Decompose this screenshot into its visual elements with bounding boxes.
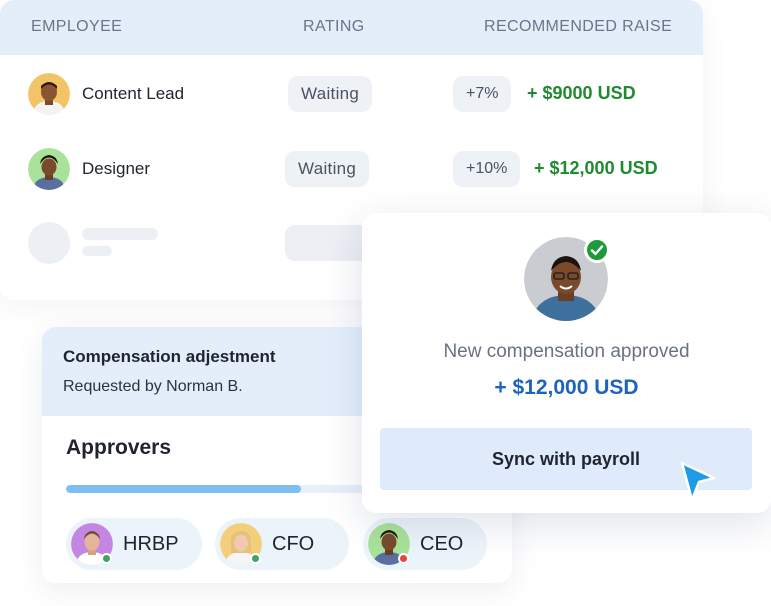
approver-chip-hrbp[interactable]: HRBP [66,518,202,570]
table-header: EMPLOYEE RATING RECOMMENDED RAISE [0,0,703,55]
requested-by: Requested by Norman B. [63,378,243,395]
rating-badge: Waiting [288,76,373,112]
cursor-arrow-icon [680,461,716,502]
table-row[interactable]: Content Lead Waiting +7% + $9000 USD [0,66,703,126]
approver-chip-cfo[interactable]: CFO [215,518,349,570]
status-dot [250,553,261,564]
rating-badge: Waiting [285,151,370,187]
approver-label: CEO [420,533,464,555]
skeleton-line [82,228,158,240]
status-dot [101,553,112,564]
column-header-recommended-raise: RECOMMENDED RAISE [484,18,673,35]
avatar [28,73,70,115]
column-header-employee: EMPLOYEE [31,18,123,35]
raise-amount: + $9000 USD [527,83,636,103]
approver-chip-ceo[interactable]: CEO [363,518,487,570]
approval-progress-fill [66,485,302,493]
approvers-title: Approvers [66,436,172,459]
approver-label: CFO [272,533,315,555]
approval-message: New compensation approved [443,341,690,362]
table-row[interactable]: Designer Waiting +10% + $12,000 USD [0,141,703,201]
raise-amount: + $12,000 USD [534,158,658,178]
raise-percent-badge: +7% [453,76,512,112]
approver-label: HRBP [123,533,179,555]
employee-name: Content Lead [82,84,185,103]
check-icon [584,237,610,263]
status-dot [398,553,409,564]
approved-amount: + $12,000 USD [494,376,639,399]
skeleton-avatar [28,222,70,264]
column-header-rating: RATING [303,18,365,35]
avatar [28,148,70,190]
skeleton-line [82,246,112,256]
employee-name: Designer [82,159,151,178]
compensation-title: Compensation adjestment [63,347,276,366]
raise-percent-badge: +10% [453,151,521,187]
